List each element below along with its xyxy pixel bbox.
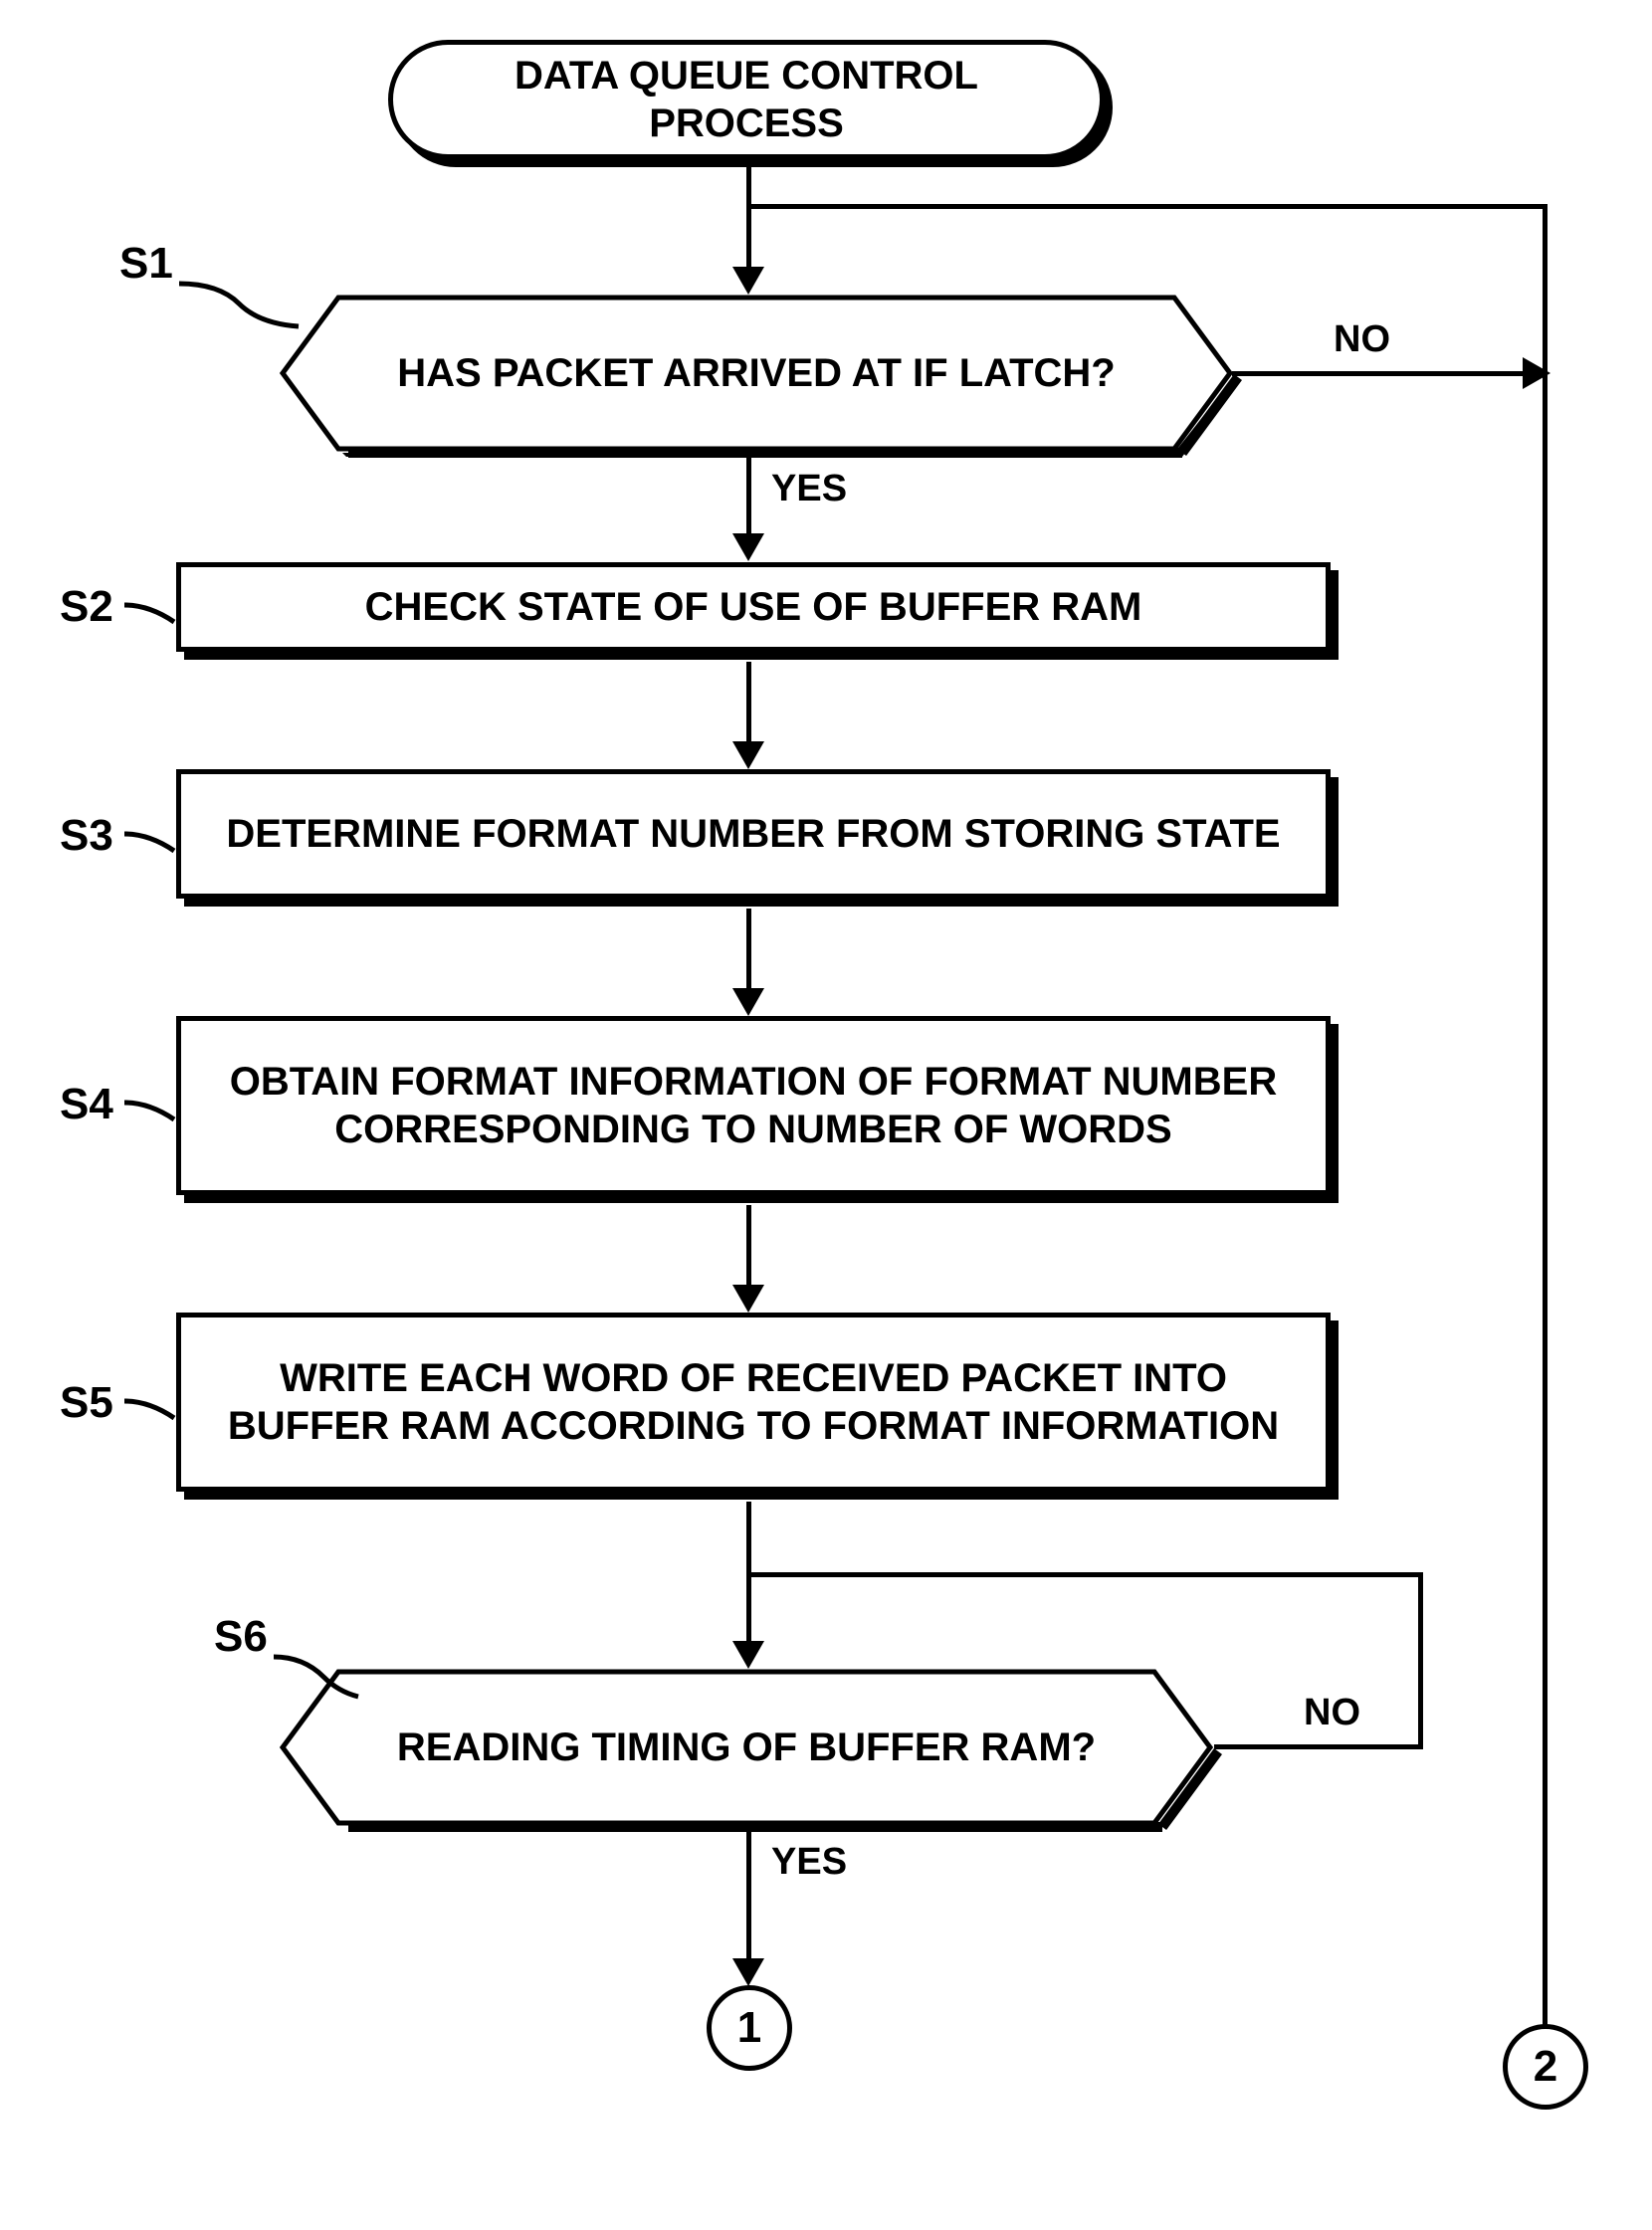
- decision-s1-text: HAS PACKET ARRIVED AT IF LATCH?: [397, 349, 1115, 397]
- process-s5: WRITE EACH WORD OF RECEIVED PACKET INTO …: [176, 1313, 1331, 1492]
- arrow-line: [1418, 1572, 1423, 1749]
- arrow-line: [1543, 204, 1548, 2025]
- lead-line: [124, 597, 179, 627]
- branch-yes-s1: YES: [771, 468, 847, 510]
- terminator-start: DATA QUEUE CONTROL PROCESS: [388, 40, 1105, 159]
- process-s3: DETERMINE FORMAT NUMBER FROM STORING STA…: [176, 769, 1331, 899]
- arrow-line: [746, 1205, 751, 1285]
- arrowhead-icon: [732, 741, 764, 769]
- arrow-line: [746, 662, 751, 741]
- step-label-s4: S4: [60, 1080, 113, 1129]
- decision-s1: HAS PACKET ARRIVED AT IF LATCH?: [279, 294, 1234, 453]
- arrowhead-icon: [732, 533, 764, 561]
- arrow-line: [746, 1829, 751, 1958]
- flowchart-container: DATA QUEUE CONTROL PROCESS HAS PACKET AR…: [40, 40, 1612, 2189]
- lead-line: [124, 1393, 179, 1423]
- branch-no-s6: NO: [1304, 1692, 1360, 1734]
- connector-1-text: 1: [737, 2003, 761, 2053]
- process-s2: CHECK STATE OF USE OF BUFFER RAM: [176, 562, 1331, 652]
- connector-2: 2: [1503, 2024, 1588, 2110]
- lead-line: [179, 279, 309, 328]
- arrow-line: [1214, 1744, 1423, 1749]
- arrow-line: [748, 1572, 1423, 1577]
- arrow-line: [746, 1502, 751, 1641]
- step-label-s1: S1: [119, 239, 173, 289]
- terminator-title-text: DATA QUEUE CONTROL PROCESS: [433, 52, 1060, 147]
- process-s4: OBTAIN FORMAT INFORMATION OF FORMAT NUMB…: [176, 1016, 1331, 1195]
- branch-no-s1: NO: [1334, 318, 1390, 361]
- arrowhead-icon: [732, 1641, 764, 1669]
- arrow-line: [746, 456, 751, 533]
- arrow-line: [746, 167, 751, 267]
- process-s2-text: CHECK STATE OF USE OF BUFFER RAM: [365, 583, 1142, 631]
- process-s5-text: WRITE EACH WORD OF RECEIVED PACKET INTO …: [205, 1354, 1302, 1450]
- arrowhead-icon: [1523, 357, 1550, 389]
- arrowhead-icon: [732, 1958, 764, 1986]
- lead-line: [124, 1095, 179, 1124]
- arrow-line: [1232, 371, 1531, 376]
- process-s4-text: OBTAIN FORMAT INFORMATION OF FORMAT NUMB…: [205, 1058, 1302, 1153]
- arrowhead-icon: [732, 1285, 764, 1313]
- step-label-s6: S6: [214, 1612, 268, 1662]
- connector-2-text: 2: [1534, 2042, 1557, 2092]
- branch-yes-s6: YES: [771, 1841, 847, 1884]
- arrowhead-icon: [732, 988, 764, 1016]
- lead-line: [124, 826, 179, 856]
- step-label-s3: S3: [60, 811, 113, 861]
- decision-s6-text: READING TIMING OF BUFFER RAM?: [397, 1723, 1096, 1771]
- step-label-s5: S5: [60, 1378, 113, 1428]
- step-label-s2: S2: [60, 582, 113, 632]
- arrowhead-icon: [732, 267, 764, 295]
- decision-s6: READING TIMING OF BUFFER RAM?: [279, 1668, 1214, 1827]
- process-s3-text: DETERMINE FORMAT NUMBER FROM STORING STA…: [226, 810, 1280, 858]
- lead-line: [274, 1652, 363, 1702]
- arrow-line: [746, 909, 751, 988]
- connector-1: 1: [707, 1985, 792, 2071]
- arrow-line: [748, 204, 1548, 209]
